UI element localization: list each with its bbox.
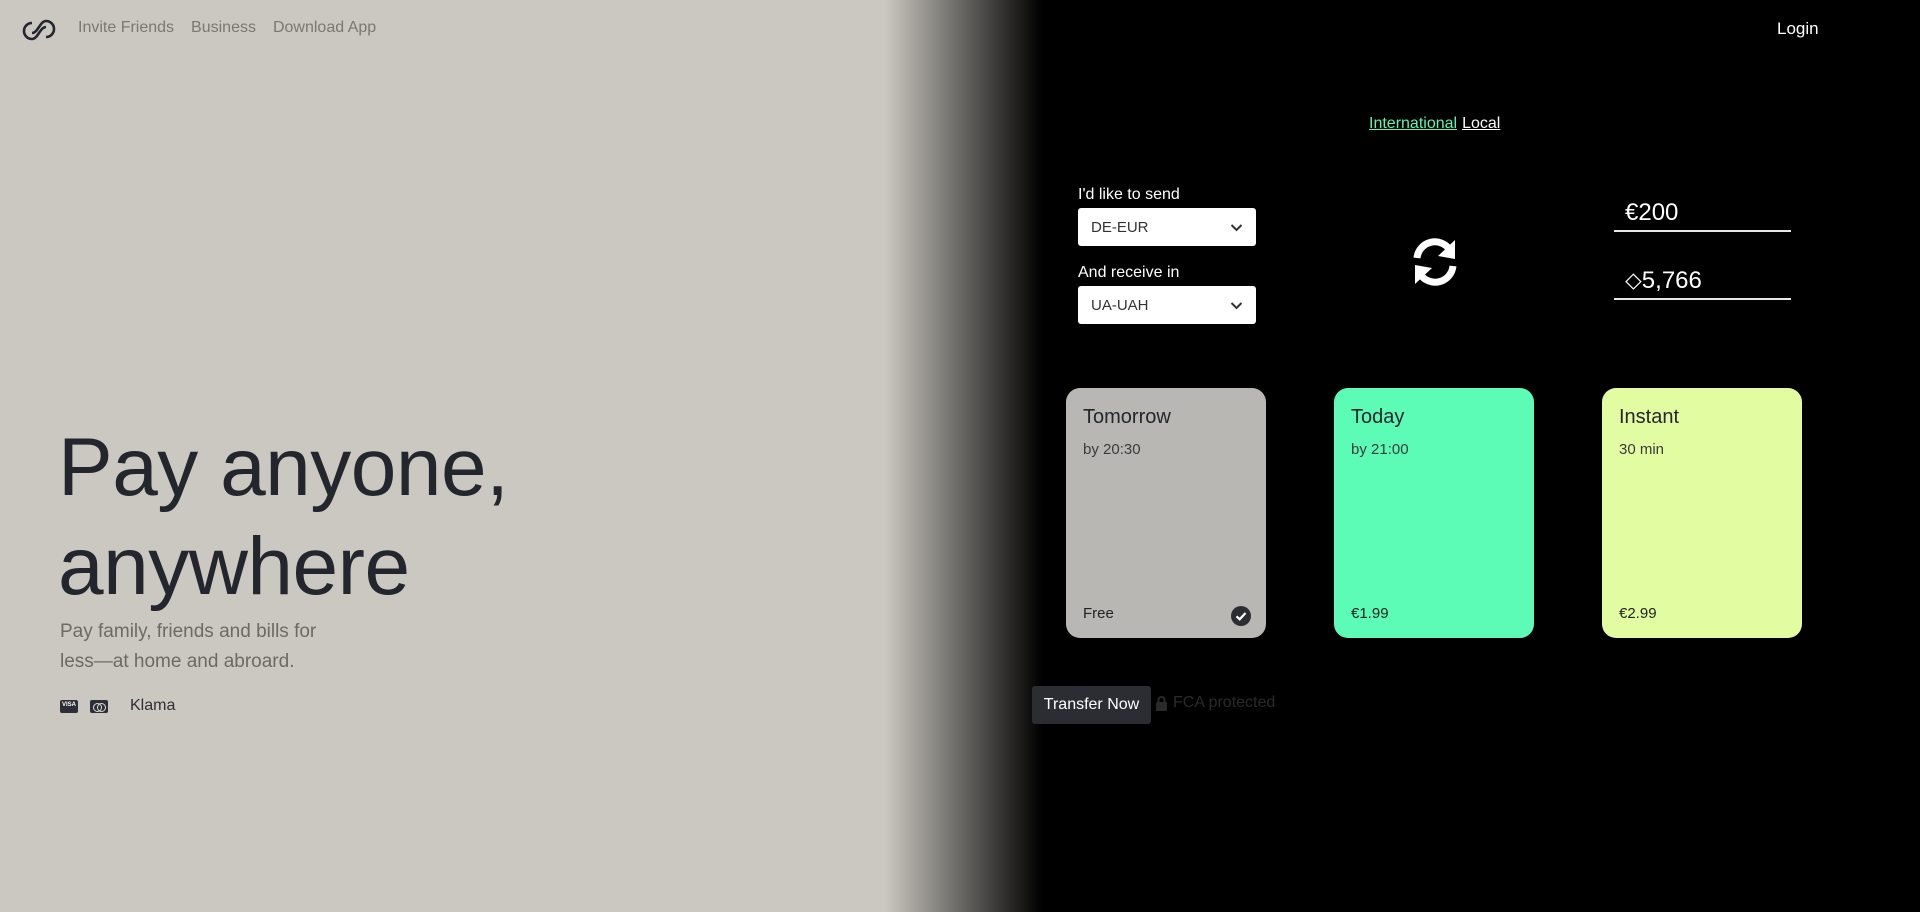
receive-amount-input[interactable]	[1614, 264, 1791, 300]
send-currency-select[interactable]: DE-EUR	[1078, 208, 1256, 246]
receive-label: And receive in	[1078, 264, 1180, 281]
tab-international[interactable]: International	[1369, 115, 1457, 132]
option-title: Today	[1351, 406, 1405, 428]
send-amount-input[interactable]	[1614, 196, 1791, 232]
fca-badge: FCA protected	[1155, 694, 1275, 712]
delivery-option-tomorrow[interactable]: Tomorrow by 20:30 Free	[1066, 388, 1266, 638]
hero-title-line1: Pay anyone,	[58, 422, 509, 513]
option-title: Instant	[1619, 406, 1680, 428]
option-eta: 30 min	[1619, 441, 1665, 458]
chevron-down-icon	[1230, 301, 1243, 309]
option-eta: by 21:00	[1351, 441, 1409, 458]
check-circle-icon	[1231, 606, 1251, 626]
hero-subtitle: Pay family, friends and bills for less—a…	[60, 621, 317, 672]
receive-currency-select[interactable]: UA-UAH	[1078, 286, 1256, 324]
logo-icon[interactable]	[22, 17, 56, 43]
option-price: €2.99	[1619, 605, 1657, 622]
option-price: €1.99	[1351, 605, 1389, 622]
tab-local[interactable]: Local	[1462, 115, 1500, 132]
delivery-option-instant[interactable]: Instant 30 min €2.99	[1602, 388, 1802, 638]
send-label: I'd like to send	[1078, 186, 1180, 203]
transfer-type-tabs: International Local	[1369, 115, 1500, 133]
send-currency-value: DE-EUR	[1091, 218, 1149, 236]
delivery-option-today[interactable]: Today by 21:00 €1.99	[1334, 388, 1534, 638]
hero-title: Pay anyone, anywhere	[58, 418, 509, 616]
login-link[interactable]: Login	[1777, 19, 1819, 39]
fca-text: FCA protected	[1173, 694, 1276, 711]
nav-download-app[interactable]: Download App	[273, 19, 376, 37]
nav-invite-friends[interactable]: Invite Friends	[78, 19, 174, 37]
visa-icon	[60, 699, 78, 713]
payment-methods: Klama	[60, 697, 175, 715]
hero-title-line2: anywhere	[58, 521, 410, 612]
nav-business[interactable]: Business	[191, 19, 256, 37]
option-title: Tomorrow	[1083, 406, 1171, 428]
swap-currencies-icon[interactable]	[1407, 234, 1463, 290]
top-nav: Invite Friends Business Download App	[78, 19, 376, 37]
chevron-down-icon	[1230, 223, 1243, 231]
lock-icon	[1156, 695, 1167, 711]
mastercard-icon	[90, 699, 108, 713]
transfer-now-button[interactable]: Transfer Now	[1032, 686, 1151, 724]
receive-currency-value: UA-UAH	[1091, 296, 1149, 314]
payment-brand-label: Klama	[130, 697, 176, 714]
option-eta: by 20:30	[1083, 441, 1141, 458]
option-price: Free	[1083, 605, 1114, 622]
